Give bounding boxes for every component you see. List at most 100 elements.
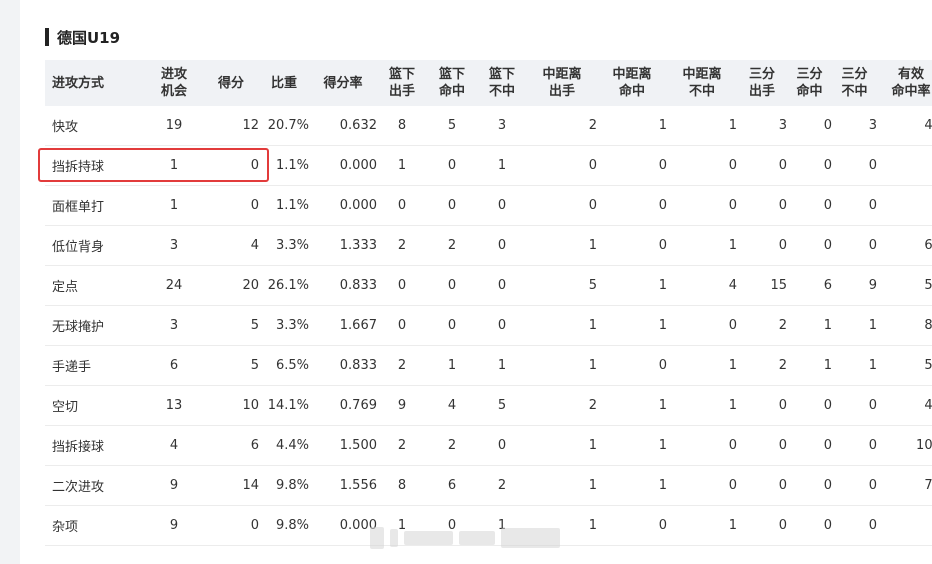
stat-link-cell[interactable]: 5 xyxy=(203,345,259,386)
stat-link-cell[interactable]: 6 xyxy=(787,265,832,306)
stat-link-cell[interactable]: 20 xyxy=(203,265,259,306)
stat-link-cell[interactable]: 2 xyxy=(737,345,787,386)
stat-link-cell[interactable]: 5 xyxy=(203,305,259,346)
stat-link-cell[interactable]: 1 xyxy=(597,425,667,466)
stat-link-cell[interactable]: 1 xyxy=(145,185,203,226)
stat-link-cell[interactable]: 1 xyxy=(477,145,527,186)
stat-link-cell[interactable]: 9 xyxy=(145,505,203,546)
stat-link-cell[interactable]: 1 xyxy=(377,145,427,186)
stat-cell: 0 xyxy=(787,505,832,546)
column-header[interactable]: 有效 命中率 xyxy=(877,60,932,106)
stat-link-cell[interactable]: 2 xyxy=(737,305,787,346)
stat-cell: 0 xyxy=(832,425,877,466)
stat-link-cell[interactable]: 1 xyxy=(832,305,877,346)
column-header[interactable]: 三分 命中 xyxy=(787,60,832,106)
column-header[interactable]: 篮下 不中 xyxy=(477,60,527,106)
stat-link-cell[interactable]: 1 xyxy=(527,305,597,346)
stat-link-cell[interactable]: 4 xyxy=(145,425,203,466)
stat-link-cell[interactable]: 13 xyxy=(145,385,203,426)
column-header[interactable]: 中距离 命中 xyxy=(597,60,667,106)
stat-link-cell[interactable]: 6 xyxy=(203,425,259,466)
stat-cell: 0 xyxy=(832,465,877,506)
column-header[interactable]: 进攻方式 xyxy=(45,60,145,106)
stat-link-cell[interactable]: 2 xyxy=(427,225,477,266)
stat-link-cell[interactable]: 1 xyxy=(787,305,832,346)
stat-link-cell[interactable]: 9 xyxy=(145,465,203,506)
stat-cell: 0. xyxy=(877,185,932,226)
stat-link-cell[interactable]: 2 xyxy=(377,425,427,466)
stat-link-cell[interactable]: 2 xyxy=(427,425,477,466)
stat-link-cell[interactable]: 2 xyxy=(477,465,527,506)
stat-cell: 0.000 xyxy=(309,505,377,546)
stat-link-cell[interactable]: 5 xyxy=(477,385,527,426)
stat-link-cell[interactable]: 6 xyxy=(145,345,203,386)
stat-link-cell[interactable]: 1 xyxy=(597,265,667,306)
stat-link-cell[interactable]: 1 xyxy=(667,225,737,266)
stat-link-cell[interactable]: 3 xyxy=(832,106,877,146)
stat-link-cell[interactable]: 14 xyxy=(203,465,259,506)
stat-link-cell[interactable]: 1 xyxy=(527,345,597,386)
stat-link-cell[interactable]: 1 xyxy=(667,345,737,386)
stat-link-cell[interactable]: 4 xyxy=(203,225,259,266)
column-header[interactable]: 中距离 出手 xyxy=(527,60,597,106)
stat-cell: 0 xyxy=(832,385,877,426)
stat-link-cell[interactable]: 19 xyxy=(145,106,203,146)
stat-cell: 0 xyxy=(597,345,667,386)
stat-link-cell[interactable]: 4 xyxy=(427,385,477,426)
column-header[interactable]: 三分 不中 xyxy=(832,60,877,106)
stat-link-cell[interactable]: 1 xyxy=(527,425,597,466)
column-header-text: 得分 xyxy=(217,75,244,91)
stat-cell: 0 xyxy=(787,106,832,146)
stat-link-cell[interactable]: 15 xyxy=(737,265,787,306)
column-header-text: 进攻 xyxy=(160,67,187,82)
stat-link-cell[interactable]: 4 xyxy=(667,265,737,306)
stat-cell: 9.8% xyxy=(259,465,309,506)
stat-link-cell[interactable]: 1 xyxy=(667,106,737,146)
stat-link-cell[interactable]: 8 xyxy=(377,465,427,506)
stat-link-cell[interactable]: 2 xyxy=(527,106,597,146)
stat-link-cell[interactable]: 1 xyxy=(527,225,597,266)
stat-link-cell[interactable]: 2 xyxy=(527,385,597,426)
stat-link-cell[interactable]: 1 xyxy=(597,385,667,426)
column-header[interactable]: 三分 出手 xyxy=(737,60,787,106)
stat-link-cell[interactable]: 9 xyxy=(832,265,877,306)
stat-link-cell[interactable]: 3 xyxy=(145,225,203,266)
stat-link-cell[interactable]: 1 xyxy=(145,145,203,186)
stat-link-cell[interactable]: 5 xyxy=(427,106,477,146)
stat-link-cell[interactable]: 1 xyxy=(667,385,737,426)
stat-link-cell[interactable]: 1 xyxy=(427,345,477,386)
stat-link-cell[interactable]: 1 xyxy=(597,106,667,146)
stat-link-cell[interactable]: 1 xyxy=(597,465,667,506)
column-header[interactable]: 得分率 xyxy=(309,60,377,106)
stat-link-cell[interactable]: 12 xyxy=(203,106,259,146)
column-header[interactable]: 篮下 出手 xyxy=(377,60,427,106)
stat-link-cell[interactable]: 3 xyxy=(477,106,527,146)
stat-link-cell[interactable]: 3 xyxy=(145,305,203,346)
stat-link-cell[interactable]: 1 xyxy=(477,345,527,386)
column-header[interactable]: 比重 xyxy=(259,60,309,106)
stat-link-cell[interactable]: 1 xyxy=(832,345,877,386)
table-row: 定点242026.1%0.833000514156950. xyxy=(45,265,932,306)
stat-link-cell[interactable]: 1 xyxy=(667,505,737,546)
stat-link-cell[interactable]: 8 xyxy=(377,106,427,146)
table-row: 无球掩护353.3%1.66700011021183. xyxy=(45,305,932,346)
column-header[interactable]: 进攻 机会 xyxy=(145,60,203,106)
column-header-text: 有效 xyxy=(897,67,924,82)
stat-link-cell[interactable]: 1 xyxy=(787,345,832,386)
stat-link-cell[interactable]: 1 xyxy=(597,305,667,346)
column-header[interactable]: 篮下 命中 xyxy=(427,60,477,106)
stat-link-cell[interactable]: 9 xyxy=(377,385,427,426)
stat-link-cell[interactable]: 3 xyxy=(737,106,787,146)
column-header-text: 篮下 xyxy=(388,67,415,82)
stat-link-cell[interactable]: 1 xyxy=(527,465,597,506)
stat-cell: 3.3% xyxy=(259,225,309,266)
column-header[interactable]: 中距离 不中 xyxy=(667,60,737,106)
stat-link-cell[interactable]: 24 xyxy=(145,265,203,306)
stat-cell: 0.000 xyxy=(309,145,377,186)
stat-link-cell[interactable]: 2 xyxy=(377,345,427,386)
stat-link-cell[interactable]: 10 xyxy=(203,385,259,426)
column-header[interactable]: 得分 xyxy=(203,60,259,106)
stat-link-cell[interactable]: 5 xyxy=(527,265,597,306)
stat-link-cell[interactable]: 2 xyxy=(377,225,427,266)
stat-link-cell[interactable]: 6 xyxy=(427,465,477,506)
